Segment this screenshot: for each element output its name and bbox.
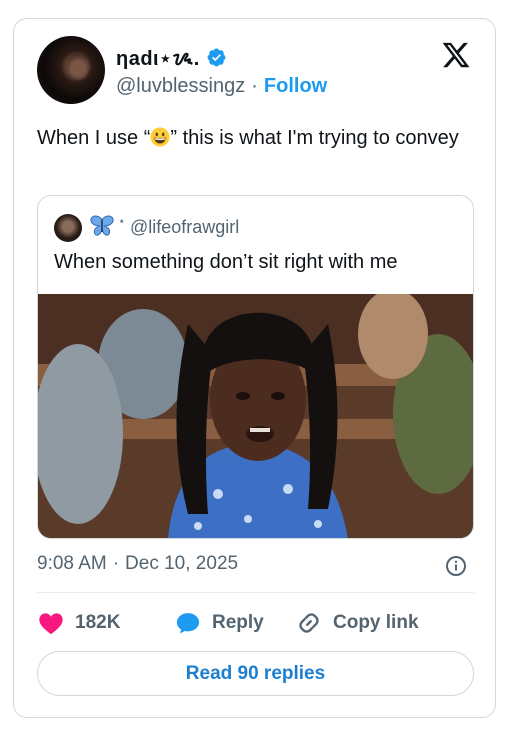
tweet-timestamp[interactable]: 9:08 AM · Dec 10, 2025 — [37, 553, 238, 575]
author-display-name[interactable]: ηadι⋆ᝰ. — [116, 44, 200, 71]
reply-bubble-icon — [176, 613, 200, 634]
author-name-row: ηadι⋆ᝰ. — [116, 44, 227, 71]
timestamp-separator: · — [112, 553, 120, 574]
quoted-tweet[interactable]: ⋆ @lifeofrawgirl When something don’t si… — [37, 195, 474, 539]
quote-text: When something don’t sit right with me — [54, 251, 398, 273]
action-bar: 182K Reply Copy link — [37, 608, 419, 638]
reply-label: Reply — [212, 612, 264, 633]
tweet-date: Dec 10, 2025 — [125, 553, 239, 574]
author-handle-row: @luvblessingz · Follow — [116, 75, 327, 98]
butterfly-icon — [90, 215, 114, 236]
reply-button[interactable]: Reply — [174, 609, 295, 637]
separator-dot: · — [251, 75, 258, 97]
quote-author-handle: @lifeofrawgirl — [130, 217, 240, 237]
like-count: 182K — [75, 612, 121, 633]
author-handle[interactable]: @luvblessingz — [116, 75, 245, 98]
like-button[interactable]: 182K — [37, 609, 174, 637]
copy-link-label: Copy link — [333, 612, 419, 633]
read-replies-button[interactable]: Read 90 replies — [37, 651, 474, 696]
quote-media-image[interactable] — [38, 294, 474, 539]
tweet-text: When I use “ ” this is what I'm trying t… — [37, 124, 477, 152]
info-icon[interactable] — [444, 554, 468, 578]
quote-author-avatar — [54, 214, 82, 242]
heart-icon — [39, 613, 63, 635]
link-icon — [299, 613, 319, 633]
grinning-face-icon — [150, 127, 170, 147]
sparkle-icon: ⋆ — [118, 214, 126, 228]
tweet-time: 9:08 AM — [37, 553, 107, 574]
divider — [37, 592, 474, 593]
follow-button[interactable]: Follow — [264, 75, 327, 98]
tweet-text-before: When I use “ — [37, 127, 151, 149]
verified-badge-icon — [207, 48, 226, 67]
tweet-text-after: ” this is what I'm trying to convey — [170, 127, 459, 149]
copy-link-button[interactable]: Copy link — [295, 609, 419, 637]
author-avatar[interactable] — [37, 36, 105, 104]
x-logo-icon[interactable] — [440, 40, 472, 70]
